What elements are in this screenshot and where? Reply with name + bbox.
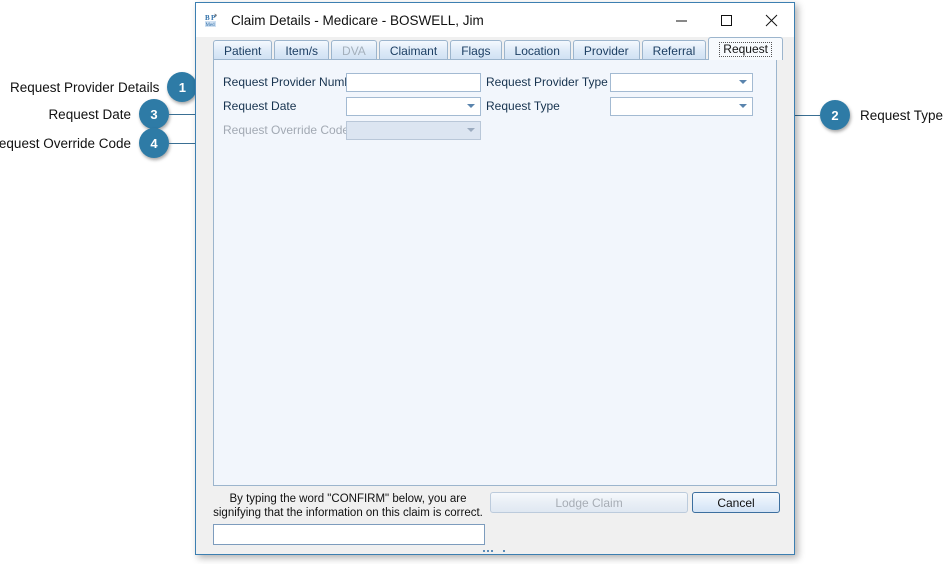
request-date-combo[interactable]	[346, 96, 481, 116]
cancel-button[interactable]: Cancel	[692, 492, 780, 513]
tab-provider[interactable]: Provider	[572, 40, 640, 60]
window-footer: By typing the word "CONFIRM" below, you …	[196, 486, 794, 554]
chevron-down-icon	[739, 104, 747, 108]
request-type-label: Request Type	[486, 99, 560, 113]
window-titlebar[interactable]: B P Med Claim Details - Medicare - BOSWE…	[196, 3, 794, 37]
tab-items[interactable]: Item/s	[274, 40, 330, 60]
tab-location[interactable]: Location	[503, 40, 571, 60]
annotation-leader-line	[795, 114, 820, 116]
close-button[interactable]	[749, 3, 794, 37]
request-provider-number-label: Request Provider Number	[223, 75, 362, 89]
annotation-3: Request Date 3	[10, 99, 199, 129]
tab-label: Location	[514, 43, 560, 58]
app-logo-icon: B P Med	[205, 12, 222, 29]
tabstrip: Patient Item/s DVA Claimant Flags Locati…	[196, 37, 794, 60]
form-row-override: Request Override Code	[214, 118, 776, 142]
annotation-4: Request Override Code 4	[0, 128, 199, 158]
request-override-code-label: Request Override Code	[223, 123, 350, 137]
request-provider-number-input[interactable]	[346, 72, 481, 92]
tab-label: DVA	[342, 43, 366, 58]
annotation-badge: 4	[139, 128, 169, 158]
annotation-label: Request Override Code	[0, 135, 131, 151]
svg-text:Med: Med	[206, 23, 216, 28]
annotation-2: 2 Request Type	[795, 100, 943, 130]
tab-label: Claimant	[389, 43, 438, 58]
confirm-instruction: By typing the word "CONFIRM" below, you …	[213, 492, 483, 520]
claim-details-window: B P Med Claim Details - Medicare - BOSWE…	[195, 2, 795, 555]
tab-request[interactable]: Request	[708, 37, 783, 60]
tab-label: Patient	[224, 43, 262, 58]
tab-label: Item/s	[285, 43, 319, 58]
chevron-down-icon	[467, 128, 475, 132]
tab-label: Provider	[583, 43, 629, 58]
tab-claimant[interactable]: Claimant	[378, 40, 449, 60]
annotation-label: Request Type	[860, 107, 944, 123]
maximize-button[interactable]	[704, 3, 749, 37]
request-form: Request Provider Number Request Provider…	[214, 70, 776, 142]
tab-label: Flags	[461, 43, 491, 58]
request-provider-type-combo[interactable]	[610, 72, 753, 92]
request-override-code-combo	[346, 120, 481, 140]
lodge-claim-button: Lodge Claim	[490, 492, 688, 513]
chevron-down-icon	[467, 104, 475, 108]
window-controls	[659, 3, 794, 37]
tab-referral[interactable]: Referral	[641, 40, 707, 60]
resize-grip[interactable]	[483, 549, 507, 553]
tab-label: Referral	[652, 43, 696, 58]
svg-text:B: B	[205, 14, 210, 22]
confirm-instruction-line2: signifying that the information on this …	[213, 507, 483, 519]
request-date-label: Request Date	[223, 99, 297, 113]
annotation-badge: 2	[820, 100, 850, 130]
tab-dva: DVA	[331, 40, 377, 60]
tab-label: Request	[719, 41, 772, 57]
window-title: Claim Details - Medicare - BOSWELL, Jim	[231, 12, 484, 28]
annotation-label: Request Provider Details	[10, 79, 160, 95]
form-row-provider: Request Provider Number Request Provider…	[214, 70, 776, 94]
minimize-button[interactable]	[659, 3, 704, 37]
request-tab-panel: Request Provider Number Request Provider…	[213, 59, 777, 486]
tab-flags[interactable]: Flags	[450, 40, 502, 60]
confirm-instruction-line1: By typing the word "CONFIRM" below, you …	[229, 493, 467, 505]
annotation-badge: 1	[167, 72, 198, 102]
form-row-date: Request Date Request Type	[214, 94, 776, 118]
annotation-badge: 3	[139, 99, 169, 129]
chevron-down-icon	[739, 80, 747, 84]
confirm-input[interactable]	[213, 524, 485, 545]
tab-patient[interactable]: Patient	[213, 40, 273, 60]
request-type-combo[interactable]	[610, 96, 753, 116]
annotation-label: Request Date	[48, 106, 131, 122]
request-provider-type-label: Request Provider Type	[486, 75, 608, 89]
